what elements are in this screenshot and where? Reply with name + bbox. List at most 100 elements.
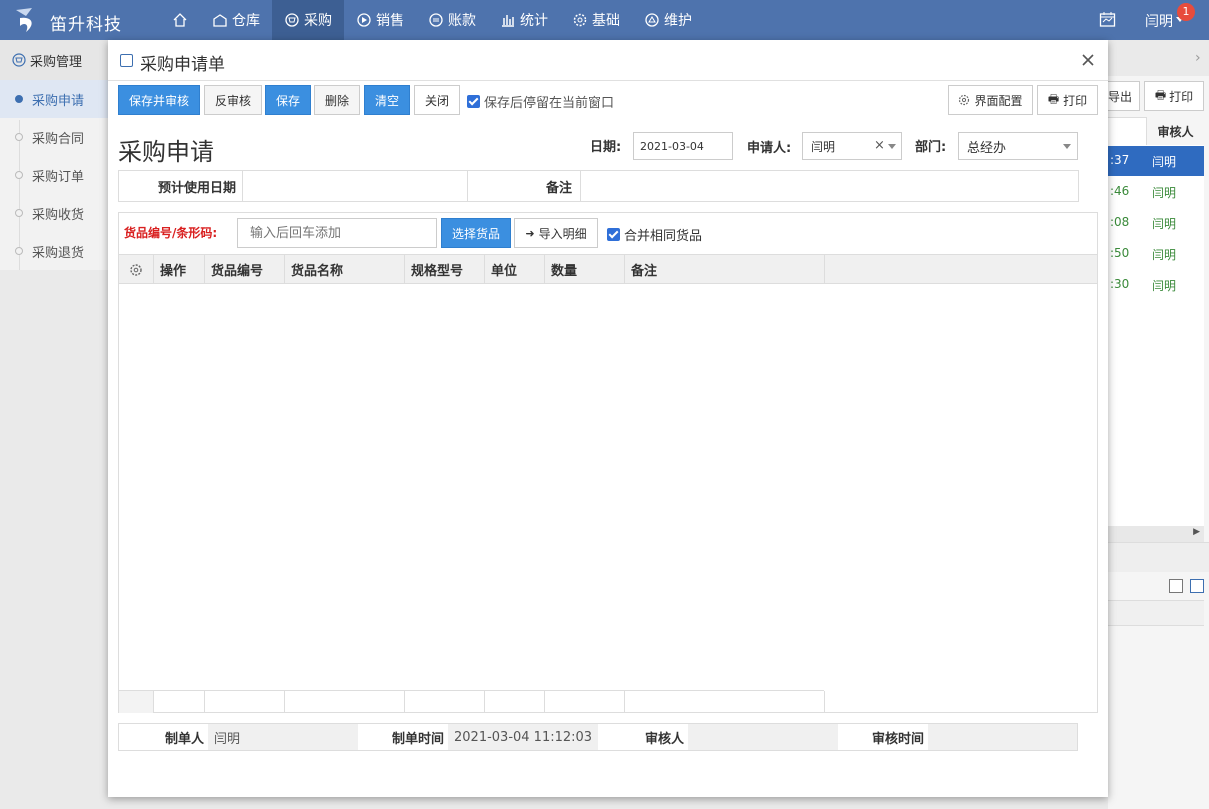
- column-header-remark[interactable]: 备注: [625, 255, 825, 284]
- nav-warehouse[interactable]: 仓库: [200, 0, 272, 40]
- column-header-goods-name[interactable]: 货品名称: [285, 255, 405, 284]
- gear-icon: [130, 263, 142, 276]
- sidebar: 采购管理 采购申请 采购合同 采购订单 采购收货 采购退货: [0, 40, 108, 270]
- creator-value: 闫明: [208, 724, 358, 750]
- printer-icon: 🖶: [1047, 91, 1060, 106]
- calendar-icon[interactable]: [1099, 11, 1116, 28]
- import-icon: ➜: [525, 226, 535, 240]
- import-detail-button[interactable]: ➜ 导入明细: [514, 218, 598, 248]
- department-label: 部门:: [915, 140, 947, 155]
- clear-x-icon[interactable]: ×: [874, 138, 885, 153]
- summary-cell: [405, 691, 485, 713]
- sidebar-item-label: 采购订单: [32, 169, 85, 185]
- stats-icon: [502, 15, 514, 27]
- creator-label: 制单人: [164, 731, 204, 747]
- export-label: 导出: [1107, 89, 1132, 104]
- department-select[interactable]: 总经办: [958, 132, 1078, 160]
- nav-sales-label: 销售: [376, 13, 404, 29]
- user-menu[interactable]: 闫明: [1145, 11, 1173, 31]
- column-settings[interactable]: [119, 255, 154, 284]
- summary-cell: [205, 691, 285, 713]
- sales-icon: [357, 13, 371, 27]
- expected-date-input[interactable]: [243, 171, 468, 201]
- close-icon[interactable]: [1080, 52, 1096, 68]
- chevron-right-icon[interactable]: ›: [1195, 50, 1201, 66]
- summary-cell: [285, 691, 405, 713]
- summary-cell: [154, 691, 205, 713]
- sidebar-header-label: 采购管理: [30, 54, 83, 70]
- nav-account[interactable]: 账款: [416, 0, 488, 40]
- sidebar-item-purchase-request[interactable]: 采购申请: [0, 80, 108, 118]
- document-footer: 制单人 闫明 制单时间 2021-03-04 11:12:03 审核人 审核时间: [118, 723, 1078, 751]
- time-cell: :30: [1110, 277, 1130, 291]
- nav-maintain-label: 维护: [664, 13, 692, 29]
- dialog-header: 采购申请单: [108, 40, 1108, 81]
- chevron-down-icon[interactable]: [1063, 144, 1071, 149]
- date-input[interactable]: 2021-03-04: [633, 132, 733, 160]
- logo-icon: [16, 8, 32, 32]
- purchase-request-dialog: 采购申请单 保存并审核 反审核 保存 删除 清空 关闭 保存后停留在当前窗口 界…: [108, 40, 1108, 797]
- sidebar-item-purchase-receive[interactable]: 采购收货: [0, 194, 108, 232]
- background-print-button[interactable]: 🖶 打印: [1144, 81, 1204, 111]
- unapprove-button[interactable]: 反审核: [204, 85, 262, 115]
- applicant-select[interactable]: 闫明 ×: [802, 132, 902, 160]
- sidebar-item-purchase-contract[interactable]: 采购合同: [0, 118, 108, 156]
- stay-checkbox-label: 保存后停留在当前窗口: [484, 96, 615, 111]
- ui-config-label: 界面配置: [974, 93, 1023, 108]
- nav-stats[interactable]: 统计: [488, 0, 560, 40]
- maximize-icon[interactable]: [1190, 579, 1204, 593]
- column-header-unit[interactable]: 单位: [485, 255, 545, 284]
- background-tabbar: ›: [1108, 40, 1209, 76]
- checkbox-checked-icon[interactable]: [467, 95, 480, 108]
- window-icon: [120, 54, 133, 67]
- clear-button[interactable]: 清空: [364, 85, 410, 115]
- nav-stats-label: 统计: [520, 13, 548, 29]
- select-goods-button[interactable]: 选择货品: [441, 218, 511, 248]
- column-header-quantity[interactable]: 数量: [545, 255, 625, 284]
- dialog-title: 采购申请单: [140, 55, 225, 75]
- save-button[interactable]: 保存: [265, 85, 311, 115]
- import-detail-label: 导入明细: [538, 226, 587, 241]
- background-panel-bar: [1108, 542, 1209, 572]
- column-header-goods-code[interactable]: 货品编号: [205, 255, 285, 284]
- sidebar-item-purchase-return[interactable]: 采购退货: [0, 232, 108, 270]
- column-header-spec[interactable]: 规格型号: [405, 255, 485, 284]
- chevron-down-icon[interactable]: [888, 144, 896, 149]
- nav-base[interactable]: 基础: [560, 0, 632, 40]
- brand-name: 笛升科技: [50, 15, 122, 35]
- close-button[interactable]: 关闭: [414, 85, 460, 115]
- nav-account-label: 账款: [448, 13, 476, 29]
- minimize-icon[interactable]: [1169, 579, 1183, 593]
- reviewer-value: [688, 724, 838, 750]
- nav-purchase[interactable]: 采购: [272, 0, 344, 40]
- department-value: 总经办: [967, 140, 1007, 156]
- merge-checkbox[interactable]: 合并相同货品: [607, 225, 702, 244]
- nav-maintain[interactable]: 维护: [632, 0, 704, 40]
- column-header-action[interactable]: 操作: [154, 255, 205, 284]
- background-table: [1108, 117, 1204, 532]
- merge-checkbox-label: 合并相同货品: [624, 229, 703, 244]
- warehouse-icon: [213, 14, 227, 27]
- nav-sales[interactable]: 销售: [344, 0, 416, 40]
- delete-button[interactable]: 删除: [314, 85, 360, 115]
- purchase-icon: [12, 53, 26, 67]
- review-time-label: 审核时间: [871, 731, 924, 747]
- checkbox-checked-icon[interactable]: [607, 228, 620, 241]
- remark-input[interactable]: [581, 171, 1078, 201]
- sidebar-item-purchase-order[interactable]: 采购订单: [0, 156, 108, 194]
- form-heading: 采购申请: [118, 138, 214, 166]
- sidebar-header[interactable]: 采购管理: [0, 40, 108, 80]
- barcode-input[interactable]: [237, 218, 437, 248]
- reviewer-label: 审核人: [644, 731, 684, 747]
- background-scrollbar[interactable]: ▶: [1108, 526, 1204, 542]
- notification-badge[interactable]: 1: [1177, 3, 1195, 21]
- print-button[interactable]: 🖶 打印: [1037, 85, 1098, 115]
- nav-home[interactable]: [160, 0, 200, 40]
- save-approve-button[interactable]: 保存并审核: [118, 85, 200, 115]
- printer-icon: 🖶: [1154, 87, 1167, 102]
- stay-checkbox[interactable]: 保存后停留在当前窗口: [467, 92, 614, 111]
- applicant-value: 闫明: [811, 139, 836, 154]
- summary-cell: [545, 691, 625, 713]
- background-subtable-header: [1108, 600, 1204, 626]
- ui-config-button[interactable]: 界面配置: [948, 85, 1033, 115]
